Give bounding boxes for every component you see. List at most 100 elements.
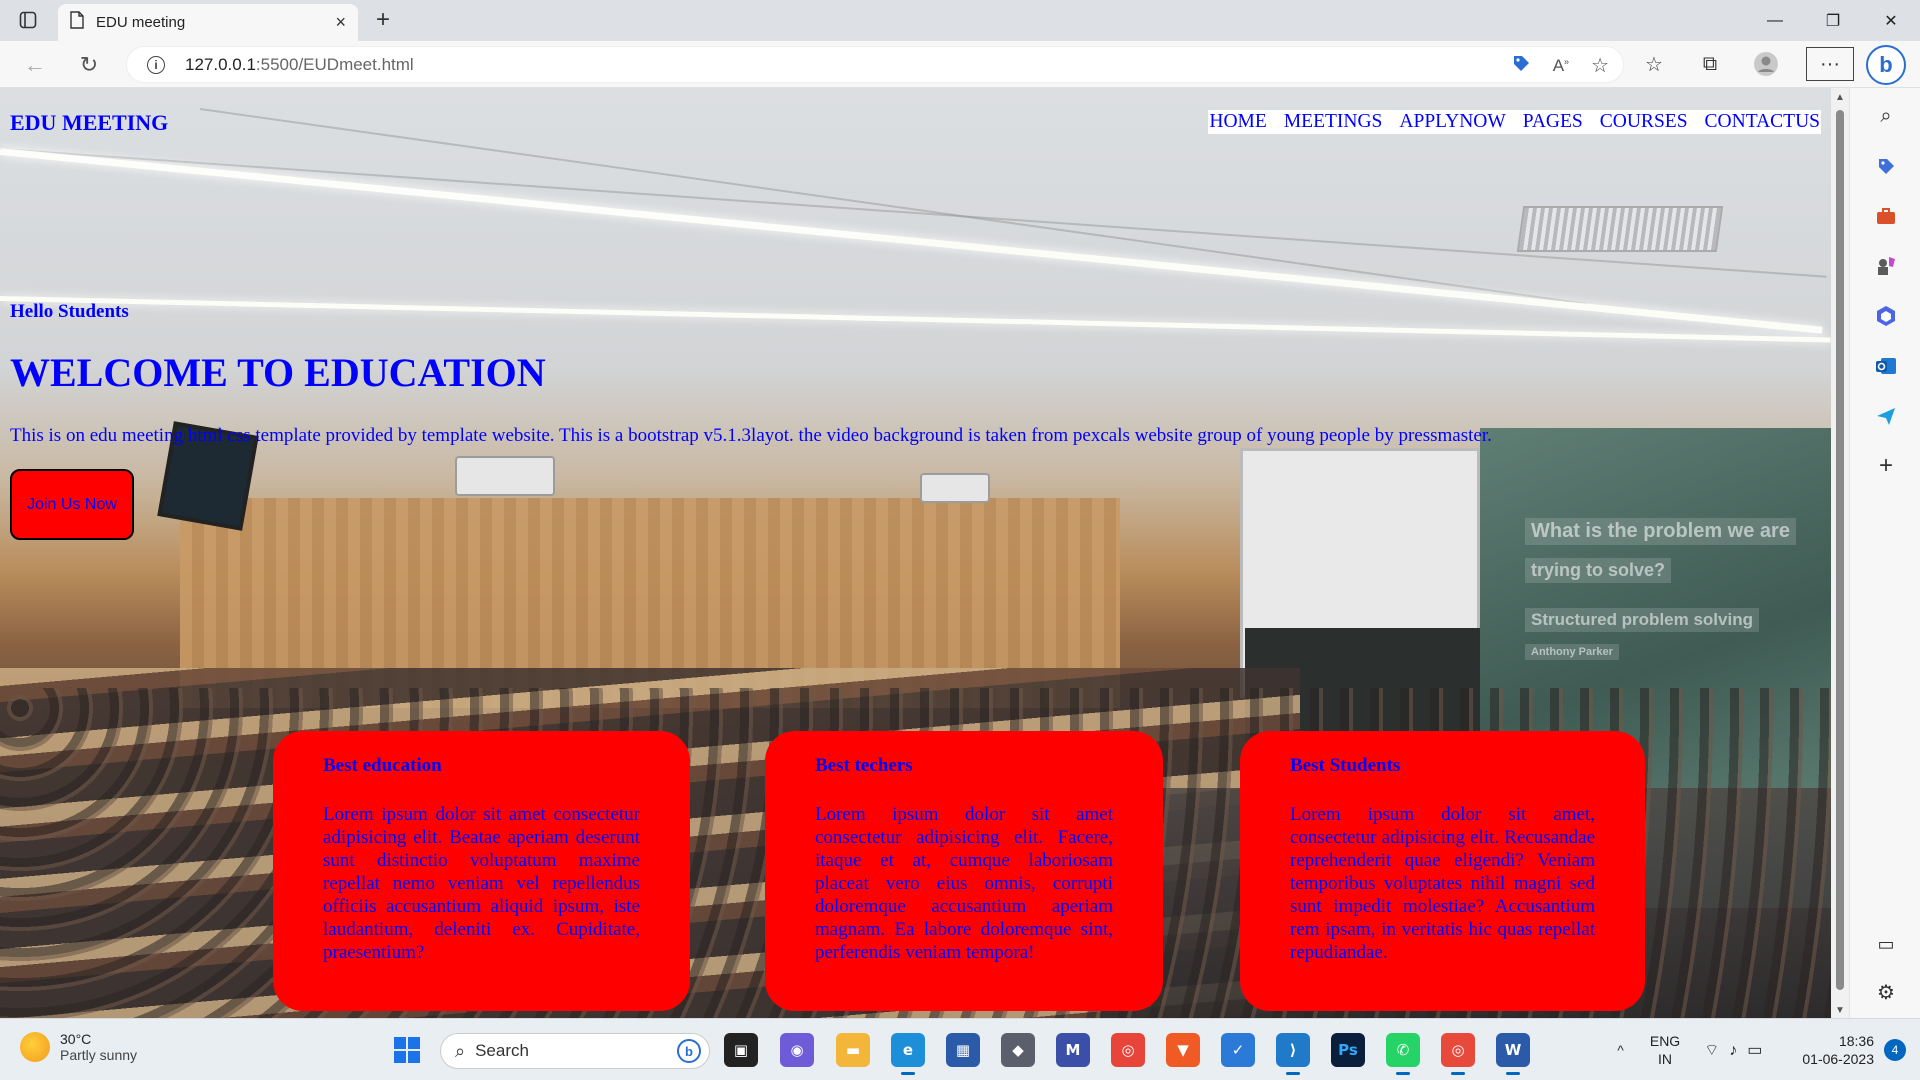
tools-icon[interactable] [1872,202,1900,230]
vscode-icon[interactable]: ⟩ [1276,1033,1310,1075]
url-host: 127.0.0.1 [185,54,256,74]
close-window-icon[interactable]: ✕ [1862,0,1920,41]
language-indicator[interactable]: ENG IN [1650,1032,1680,1068]
windows-start-icon[interactable] [390,1033,424,1067]
taskbar-clock[interactable]: 18:36 01-06-2023 [1802,1032,1874,1068]
feature-card: Best education Lorem ipsum dolor sit ame… [273,731,690,1011]
restore-icon[interactable]: ❐ [1804,0,1862,41]
app-icon[interactable]: M [1056,1033,1090,1067]
file-explorer-icon[interactable]: ▬ [836,1033,870,1067]
brave-icon[interactable]: ▼ [1166,1033,1200,1067]
bing-icon: b [677,1039,701,1063]
search-icon: ⌕ [455,1040,466,1061]
edge-sidebar: ⌕ + ▭ ⚙ [1849,88,1920,1018]
tab-title: EDU meeting [96,14,186,31]
task-view-icon[interactable]: ▣ [724,1033,758,1067]
system-tray: ^ ENG IN ⌔♪▭ 18:36 01-06-2023 4 [1617,1019,1920,1080]
scroll-down-icon[interactable]: ▼ [1835,1005,1845,1016]
join-us-button[interactable]: Join Us Now [10,469,134,540]
back-button[interactable]: ← [20,51,50,79]
clock-time: 18:36 [1838,1033,1874,1049]
word-icon[interactable]: W [1496,1033,1530,1075]
nav-item-applynow[interactable]: APPLYNOW [1399,111,1505,133]
taskbar-search[interactable]: ⌕ Search b [440,1033,710,1069]
nav-item-courses[interactable]: COURSES [1600,111,1688,133]
new-tab-button[interactable]: + [368,6,398,34]
language-region: IN [1658,1051,1673,1067]
search-icon[interactable]: ⌕ [1872,102,1900,130]
chrome-profile-icon[interactable]: ◎ [1441,1033,1475,1075]
send-icon[interactable] [1872,402,1900,430]
nav-item-home[interactable]: HOME [1209,111,1266,133]
more-menu-button[interactable]: ··· [1806,47,1854,81]
hero-description: This is on edu meeting html css template… [10,425,1492,446]
site-logo[interactable]: EDU MEETING [10,110,168,136]
scrollbar-thumb[interactable] [1836,110,1844,990]
scroll-up-icon[interactable]: ▲ [1835,92,1845,103]
tab-close-icon[interactable]: × [335,12,346,33]
weather-widget[interactable]: 30°C Partly sunny [20,1031,137,1063]
nav-item-meetings[interactable]: MEETINGS [1284,111,1383,133]
site-info-icon[interactable]: i [147,55,165,74]
photoshop-icon[interactable]: Ps [1331,1033,1365,1067]
language-code: ENG [1649,1033,1681,1049]
weather-condition: Partly sunny [60,1047,138,1063]
minimize-icon[interactable]: — [1746,0,1804,41]
notification-badge[interactable]: 4 [1884,1039,1906,1061]
page-content: EDU MEETING HOME MEETINGS APPLYNOW PAGES… [0,88,1831,1018]
address-bar[interactable]: i 127.0.0.1:5500/EUDmeet.html A» ☆ [126,46,1624,83]
microsoft-store-icon[interactable]: ▦ [946,1033,980,1067]
url-path: :5500/EUDmeet.html [255,54,414,74]
whatsapp-icon[interactable]: ✆ [1386,1033,1420,1075]
card-body: Lorem ipsum dolor sit amet consectetur a… [323,804,640,963]
tray-chevron-icon[interactable]: ^ [1617,1042,1624,1058]
windows-taskbar: 30°C Partly sunny ⌕ Search b ▣ ◉ ▬ e ▦ ◆… [0,1018,1920,1080]
toolbar-icons: ☆ ⧉ ··· [1638,47,1854,81]
page-scrollbar[interactable]: ▲ ▼ [1831,88,1849,1018]
browser-toolbar: ← ↻ i 127.0.0.1:5500/EUDmeet.html A» ☆ ☆… [0,41,1920,88]
chrome-icon[interactable]: ◎ [1111,1033,1145,1067]
hero-greeting: Hello Students [10,301,129,322]
add-favorite-icon[interactable]: ☆ [1591,53,1609,78]
shopping-tag-icon[interactable] [1872,152,1900,180]
card-title: Best education [323,755,442,776]
games-icon[interactable] [1872,252,1900,280]
tab-actions-icon[interactable] [14,8,42,32]
bing-chat-icon[interactable]: b [1866,45,1906,85]
reload-button[interactable]: ↻ [74,51,104,79]
weather-sun-icon [20,1032,50,1062]
page-viewport: What is the problem we are trying to sol… [0,88,1831,1018]
card-body: Lorem ipsum dolor sit amet consectetur a… [815,804,1113,963]
settings-gear-icon[interactable]: ⚙ [1872,978,1900,1006]
page-icon [70,11,84,34]
main-nav: HOME MEETINGS APPLYNOW PAGES COURSES CON… [1208,110,1821,134]
feature-card: Best techers Lorem ipsum dolor sit amet … [765,731,1163,1011]
feature-card: Best Students Lorem ipsum dolor sit amet… [1240,731,1645,1011]
card-body: Lorem ipsum dolor sit amet, consectetur … [1290,804,1595,963]
office-icon[interactable] [1872,302,1900,330]
browser-tab[interactable]: EDU meeting × [58,4,358,41]
address-bar-icons: A» ☆ [1511,53,1609,78]
add-icon[interactable]: + [1872,452,1900,480]
nav-item-contactus[interactable]: CONTACTUS [1705,111,1820,133]
clock-date: 01-06-2023 [1802,1051,1874,1067]
search-placeholder: Search [475,1041,529,1060]
todo-icon[interactable]: ✓ [1221,1033,1255,1067]
wifi-volume-battery-icons[interactable]: ⌔♪▭ [1704,1040,1772,1060]
url-text: 127.0.0.1:5500/EUDmeet.html [185,55,414,75]
edge-browser-icon[interactable]: e [891,1033,925,1075]
browser-tab-bar: EDU meeting × + — ❐ ✕ [0,0,1920,41]
nav-item-pages[interactable]: PAGES [1523,111,1583,133]
favorites-icon[interactable]: ☆ [1638,47,1670,81]
read-aloud-icon[interactable]: A» [1553,56,1569,76]
window-controls: — ❐ ✕ [1746,0,1920,41]
teams-chat-icon[interactable]: ◉ [780,1033,814,1067]
sidebar-toggle-icon[interactable]: ▭ [1872,930,1900,958]
collections-icon[interactable]: ⧉ [1694,47,1726,81]
weather-temp: 30°C [60,1031,92,1047]
outlook-icon[interactable] [1872,352,1900,380]
tag-icon[interactable] [1511,53,1531,78]
profile-avatar[interactable] [1750,47,1782,81]
unity-icon[interactable]: ◆ [1001,1033,1035,1067]
card-title: Best techers [815,755,913,776]
